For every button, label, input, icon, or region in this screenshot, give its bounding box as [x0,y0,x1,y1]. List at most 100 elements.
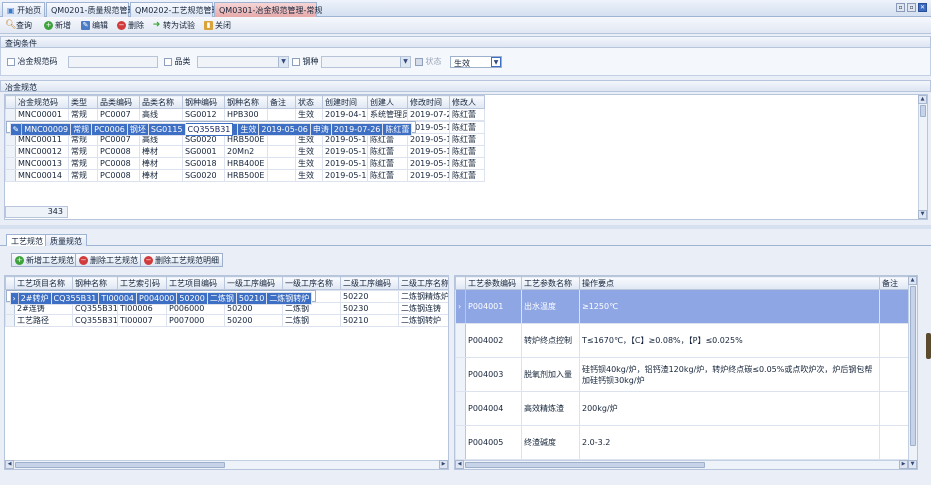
table-cell[interactable]: 硅钙钡40kg/炉，铝钙渣120kg/炉，转炉终点碳≤0.05%或点吹炉次，炉后… [579,357,880,392]
table-cell[interactable]: 出水温度 [521,289,580,324]
column-header[interactable]: 品类名称 [139,95,183,109]
table-cell[interactable]: 二炼钢 [282,314,341,327]
row-indicator[interactable] [455,391,466,426]
table-cell[interactable]: 2019-05-16 [407,157,450,170]
delete-process-spec-button[interactable]: − 删除工艺规范 [75,253,142,267]
table-cell[interactable]: 二炼钢 [206,292,237,305]
table-cell[interactable]: P007000 [166,314,225,327]
category-select[interactable]: ▼ [197,56,289,68]
add-process-spec-button[interactable]: + 新增工艺规范 [11,253,78,267]
column-header[interactable]: 类型 [68,95,98,109]
table-cell[interactable]: 棒材 [139,157,183,170]
side-handle[interactable] [926,333,931,359]
table-cell[interactable]: P004002 [465,323,522,358]
table-cell[interactable] [267,157,296,170]
column-header[interactable]: 钢种名称 [224,95,268,109]
table-cell[interactable]: 2019-07-26 [330,123,384,136]
table-cell[interactable] [879,323,911,358]
table-cell[interactable]: 陈红蕾 [449,121,485,134]
table-cell[interactable]: 2019-07-26 [407,108,450,121]
table-cell[interactable]: 2019-05-16 [322,169,368,182]
column-header[interactable]: 操作要点 [579,276,880,290]
scroll-down-icon[interactable]: ▼ [918,210,927,219]
table-cell[interactable]: P004003 [465,357,522,392]
steel-checkbox[interactable] [292,57,300,66]
process-horizontal-scrollbar[interactable]: ◀ ▶ [5,460,448,469]
spec-code-input[interactable] [68,56,158,68]
table-cell[interactable]: HRB400E [224,157,268,170]
table-cell[interactable]: 2019-04-11 [322,108,368,121]
table-row[interactable]: 工艺路径 CQ355B31 TI00007 P007000 50200 二炼钢 50210 二… [5,314,448,327]
table-cell[interactable]: 脱氧剂加入量 [521,357,580,392]
scroll-down-icon[interactable]: ▼ [908,460,917,469]
table-cell[interactable]: 转炉终点控制 [521,323,580,358]
table-row[interactable]: › P004001 出水温度 ≥1250℃ [455,289,911,324]
table-cell[interactable]: PC0006 [91,123,128,136]
table-row[interactable]: ✎ MNC00009 常规 PC0006 钢坯 SG0115 CQ355B31 生效 2019-… [5,121,417,136]
scroll-right-icon[interactable]: ▶ [899,460,908,469]
column-header[interactable]: 钢种编码 [182,95,225,109]
table-cell[interactable]: 陈红蕾 [449,108,485,121]
table-cell[interactable]: 高效精炼渣 [521,391,580,426]
table-cell[interactable]: 常规 [68,145,98,158]
table-cell[interactable]: 2019-05-16 [407,145,450,158]
delete-process-spec-detail-button[interactable]: − 删除工艺规范明细 [140,253,223,267]
scroll-thumb[interactable] [15,462,225,468]
table-row[interactable]: MNC00013 常规 PC0008 棒材 SG0018 HRB400E 生效 2019-05… [5,157,485,170]
table-cell[interactable]: 50230 [340,302,399,315]
table-row[interactable]: MNC00014 常规 PC0008 棒材 SG0020 HRB500E 生效 2019-05… [5,169,485,182]
column-header[interactable]: 一级工序名称 [282,276,341,290]
table-cell[interactable]: HPB300 [224,108,268,121]
table-cell[interactable]: PC0008 [97,169,140,182]
table-cell[interactable]: CQ355B31 [184,123,234,136]
table-cell[interactable]: PC0008 [97,145,140,158]
column-header[interactable]: 工艺项目编码 [166,276,225,290]
category-filter[interactable]: 品类 [164,56,191,67]
table-cell[interactable]: 常规 [68,108,98,121]
status-select[interactable]: 生效 ▼ [450,56,502,68]
scroll-up-icon[interactable]: ▲ [908,276,917,285]
new-button[interactable]: + 新增 [44,19,71,32]
table-cell[interactable]: 陈红蕾 [367,157,408,170]
row-indicator[interactable] [5,108,16,121]
scroll-thumb[interactable] [465,462,705,468]
tab-home[interactable]: ▣ 开始页 [2,2,45,17]
table-cell[interactable]: 棒材 [139,169,183,182]
tab-process-spec[interactable]: 工艺规范 [6,234,48,246]
table-cell[interactable]: 常规 [70,123,93,136]
table-cell[interactable]: 2.0-3.2 [579,425,880,460]
row-indicator[interactable] [5,145,16,158]
table-cell[interactable]: 陈红蕾 [449,133,485,146]
column-header[interactable]: 修改时间 [407,95,450,109]
table-cell[interactable]: SG0012 [182,108,225,121]
params-vertical-scrollbar[interactable]: ▲ ▼ [908,276,917,469]
column-header[interactable]: 二级工序编码 [340,276,399,290]
tab-quality-spec[interactable]: 质量规范 [45,234,87,246]
params-horizontal-scrollbar[interactable]: ◀ ▶ [455,460,908,469]
table-cell[interactable]: HRB500E [224,169,268,182]
table-row[interactable]: P004003 脱氧剂加入量 硅钙钡40kg/炉，铝钙渣120kg/炉，转炉终点碳≤… [455,357,911,392]
tab-qm0301[interactable]: QM0301-冶金规范管理-常规 [214,2,322,17]
table-cell[interactable]: 生效 [295,145,323,158]
table-cell[interactable]: CQ355B31 [50,292,100,305]
table-cell[interactable]: MNC00014 [15,169,69,182]
table-cell[interactable]: 50200 [176,292,208,305]
table-cell[interactable]: MNC00001 [15,108,69,121]
table-row[interactable]: MNC00012 常规 PC0008 棒材 SG0001 20Mn2 生效 2019-05-1… [5,145,485,158]
table-cell[interactable]: MNC00012 [15,145,69,158]
table-cell[interactable]: P004005 [465,425,522,460]
table-row[interactable]: MNC00001 常规 PC0007 高线 SG0012 HPB300 生效 2019-04-… [5,108,485,121]
row-indicator[interactable] [5,314,15,327]
column-header[interactable]: 工艺索引码 [117,276,167,290]
table-cell[interactable]: P004004 [465,391,522,426]
spec-code-filter[interactable]: 冶金规范码 [7,56,58,67]
table-cell[interactable]: 工艺路径 [14,314,73,327]
status-checkbox[interactable] [415,57,423,66]
table-cell[interactable]: 50210 [235,292,268,305]
table-cell[interactable]: 2019-05-16 [322,145,368,158]
tab-qm0202[interactable]: QM0202-工艺规范管理 [130,2,219,17]
scroll-thumb[interactable] [910,286,916,446]
table-cell[interactable]: 2019-05-16 [322,157,368,170]
chevron-down-icon[interactable]: ▼ [278,57,288,67]
table-cell[interactable] [879,357,911,392]
